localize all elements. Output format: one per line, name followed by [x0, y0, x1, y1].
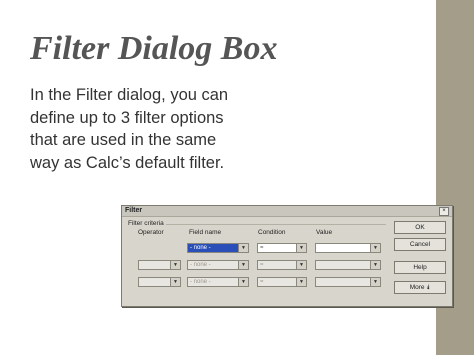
chevron-down-icon[interactable]: ▼ [170, 278, 180, 286]
condition-value: = [260, 279, 264, 285]
value-combo-1[interactable]: ▼ [315, 243, 381, 253]
condition-header: Condition [258, 229, 286, 236]
condition-select-1[interactable]: = ▼ [257, 243, 307, 253]
condition-value: = [260, 245, 264, 251]
close-icon[interactable]: × [439, 207, 449, 216]
field-name-value: - none - [190, 262, 211, 268]
field-name-header: Field name [189, 229, 222, 236]
value-header: Value [316, 229, 333, 236]
dialog-titlebar: Filter × [122, 206, 452, 217]
dialog-title: Filter [125, 207, 143, 214]
field-name-select-1[interactable]: - none - ▼ [187, 243, 249, 253]
field-name-value: - none - [190, 245, 211, 251]
filter-criteria-group: Filter criteria Operator Field name Cond… [126, 220, 388, 304]
chevron-down-icon[interactable]: ▼ [238, 261, 248, 269]
chevron-down-icon[interactable]: ▼ [370, 261, 380, 269]
double-chevron-down-icon: ⯯ [426, 284, 431, 291]
filter-dialog: Filter × Filter criteria Operator Field … [121, 205, 453, 307]
operator-select-2[interactable]: ▼ [138, 260, 181, 270]
more-button[interactable]: More ⯯ [394, 281, 446, 294]
operator-select-3[interactable]: ▼ [138, 277, 181, 287]
field-name-select-2[interactable]: - none - ▼ [187, 260, 249, 270]
chevron-down-icon[interactable]: ▼ [370, 244, 380, 252]
cancel-button[interactable]: Cancel [394, 238, 446, 251]
condition-value: = [260, 262, 264, 268]
field-name-select-3[interactable]: - none - ▼ [187, 277, 249, 287]
ok-button[interactable]: OK [394, 221, 446, 234]
slide-title: Filter Dialog Box [30, 30, 278, 67]
filter-criteria-label: Filter criteria [128, 220, 164, 227]
value-combo-2[interactable]: ▼ [315, 260, 381, 270]
condition-select-2[interactable]: = ▼ [257, 260, 307, 270]
slide: Filter Dialog Box In the Filter dialog, … [0, 0, 474, 355]
chevron-down-icon[interactable]: ▼ [238, 278, 248, 286]
help-button[interactable]: Help [394, 261, 446, 274]
field-name-value: - none - [190, 279, 211, 285]
chevron-down-icon[interactable]: ▼ [296, 244, 306, 252]
chevron-down-icon[interactable]: ▼ [238, 244, 248, 252]
chevron-down-icon[interactable]: ▼ [296, 261, 306, 269]
value-combo-3[interactable]: ▼ [315, 277, 381, 287]
chevron-down-icon[interactable]: ▼ [170, 261, 180, 269]
condition-select-3[interactable]: = ▼ [257, 277, 307, 287]
chevron-down-icon[interactable]: ▼ [296, 278, 306, 286]
more-button-label: More [409, 284, 425, 291]
group-divider [166, 224, 386, 225]
chevron-down-icon[interactable]: ▼ [370, 278, 380, 286]
slide-body-text: In the Filter dialog, you can define up … [30, 86, 229, 172]
operator-header: Operator [138, 229, 164, 236]
